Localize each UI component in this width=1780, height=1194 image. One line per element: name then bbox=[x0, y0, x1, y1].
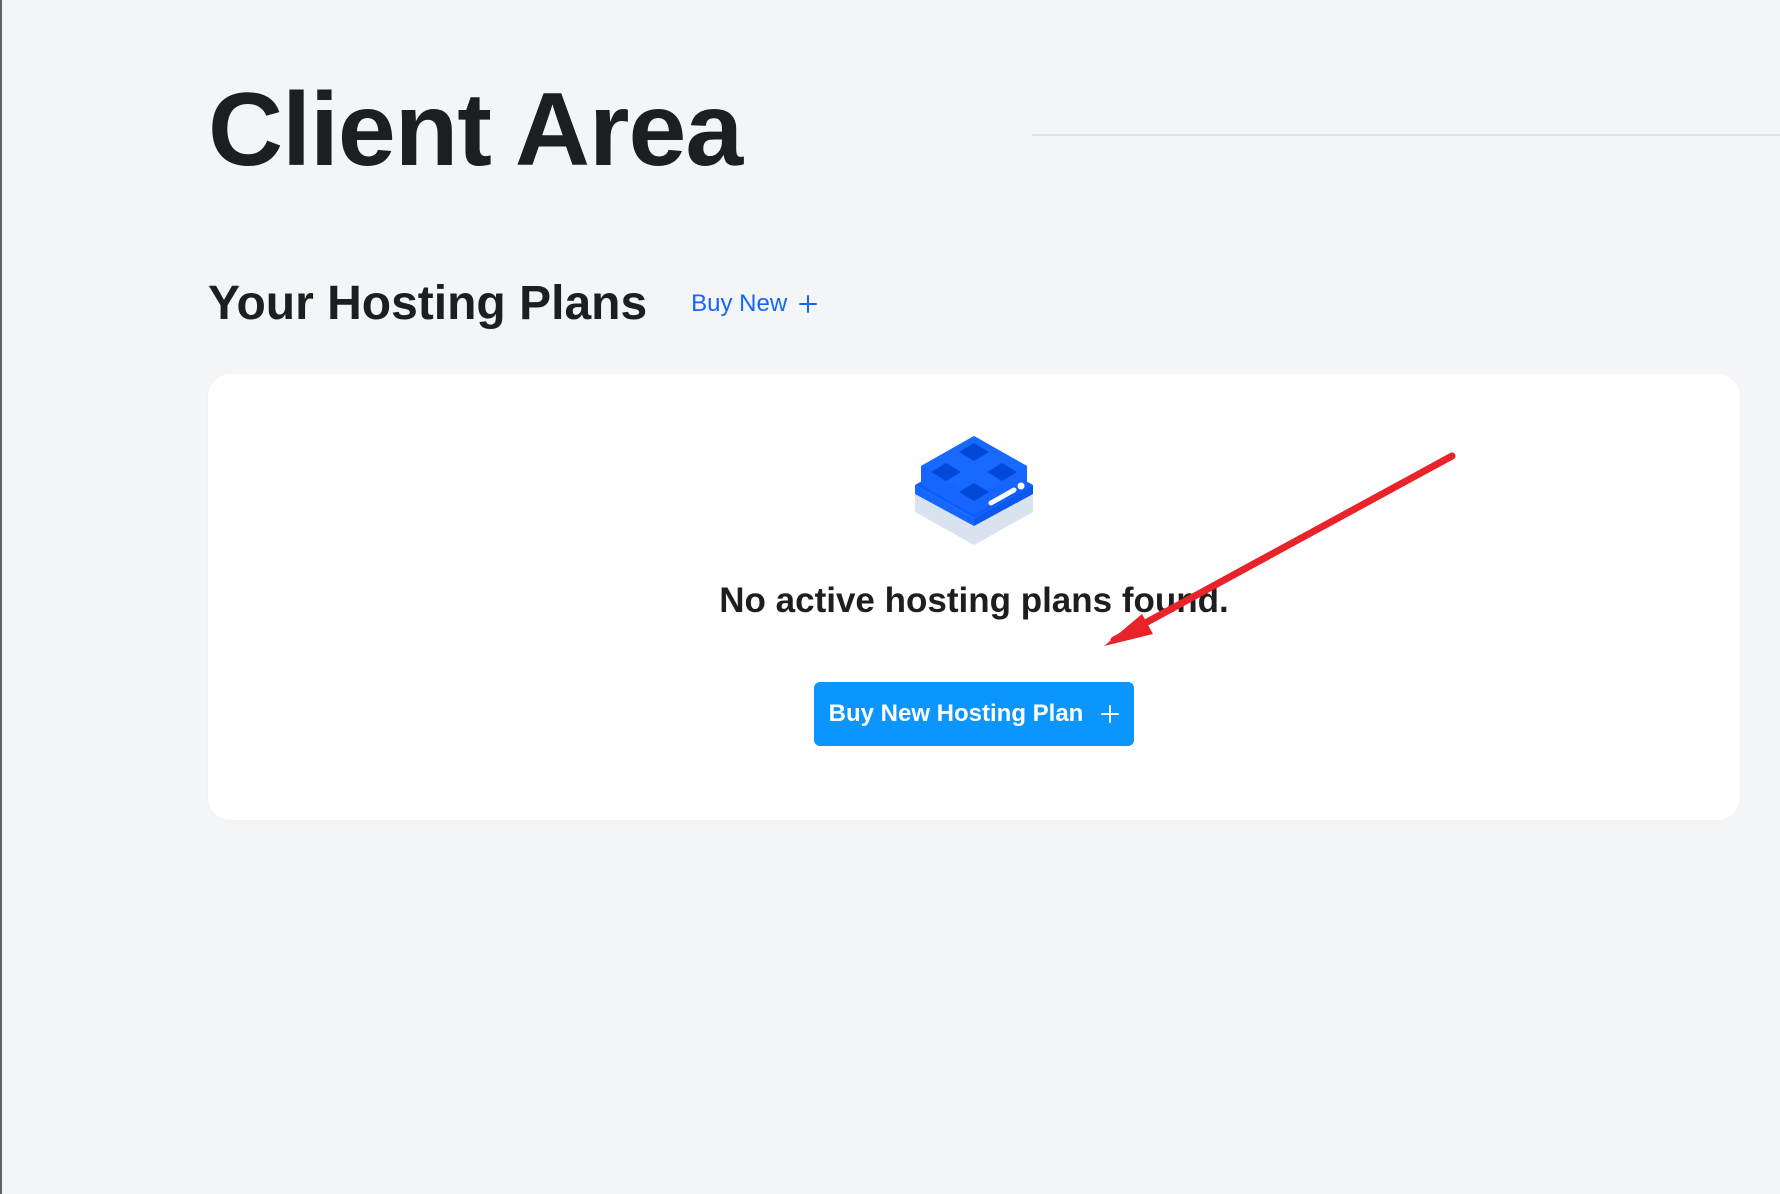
empty-state-message: No active hosting plans found. bbox=[719, 581, 1229, 620]
hosting-plans-header: Your Hosting Plans Buy New bbox=[208, 277, 818, 330]
plus-icon bbox=[1101, 705, 1120, 723]
client-area-page: Client Area Your Hosting Plans Buy New N… bbox=[0, 0, 1780, 1194]
title-divider bbox=[1032, 134, 1780, 136]
empty-hosting-card: No active hosting plans found. Buy New H… bbox=[208, 374, 1740, 820]
plus-icon bbox=[799, 295, 818, 313]
buy-plan-label: Buy New Hosting Plan bbox=[828, 700, 1084, 727]
buy-new-label: Buy New bbox=[691, 290, 788, 317]
buy-new-link[interactable]: Buy New bbox=[691, 290, 818, 318]
server-icon bbox=[915, 436, 1033, 545]
section-title: Your Hosting Plans bbox=[208, 277, 648, 330]
buy-new-hosting-plan-button[interactable]: Buy New Hosting Plan bbox=[814, 682, 1134, 746]
page-title: Client Area bbox=[208, 72, 743, 188]
